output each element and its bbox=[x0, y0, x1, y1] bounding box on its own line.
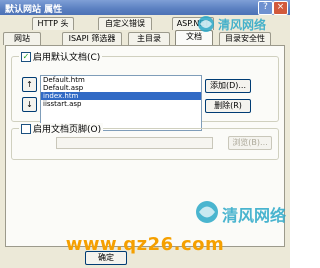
move-down-button[interactable]: ↓ bbox=[22, 97, 37, 112]
enable-default-document-checkbox[interactable]: ✓ bbox=[21, 51, 31, 62]
enable-document-footer-label[interactable]: 启用文档页脚(O) bbox=[33, 122, 101, 135]
properties-window: 默认网站 属性 ? × HTTP 头 自定义错误 ASP.NET 网站 ISAP… bbox=[0, 0, 290, 268]
watermark-site-text: www.qz26.com bbox=[65, 234, 225, 255]
document-footer-legend: 启用文档页脚(O) bbox=[19, 122, 104, 135]
list-item-selected[interactable]: index.htm bbox=[41, 92, 201, 100]
watermark-logo-bottom: 清风网络 bbox=[194, 195, 286, 229]
footer-path-input[interactable] bbox=[56, 137, 213, 149]
list-item[interactable]: Default.htm bbox=[41, 76, 201, 84]
arrow-up-icon: ↑ bbox=[26, 80, 33, 89]
tab-website[interactable]: 网站 bbox=[3, 32, 41, 45]
question-icon: ? bbox=[263, 2, 268, 12]
add-button[interactable]: 添加(D)... bbox=[205, 79, 251, 93]
watermark-logo-text: 清风网络 bbox=[222, 206, 287, 225]
watermark-logo-text: 清风网络 bbox=[218, 18, 267, 32]
move-up-button[interactable]: ↑ bbox=[22, 77, 37, 92]
window-title: 默认网站 属性 bbox=[5, 5, 63, 15]
tab-isapi-filters[interactable]: ISAPI 筛选器 bbox=[62, 32, 122, 45]
enable-default-document-label[interactable]: 启用默认文档(C) bbox=[33, 50, 100, 63]
watermark-logo-top: 清风网络 bbox=[196, 12, 286, 36]
tab-home-directory[interactable]: 主目录 bbox=[128, 32, 170, 45]
tab-custom-errors[interactable]: 自定义错误 bbox=[98, 17, 152, 30]
browse-button[interactable]: 浏览(B)... bbox=[228, 136, 272, 150]
default-document-legend: ✓ 启用默认文档(C) bbox=[19, 50, 103, 63]
arrow-down-icon: ↓ bbox=[26, 100, 33, 109]
close-icon: × bbox=[276, 2, 285, 12]
list-item[interactable]: Default.asp bbox=[41, 84, 201, 92]
remove-button[interactable]: 删除(R) bbox=[205, 99, 251, 113]
default-document-group: ✓ 启用默认文档(C) ↑ ↓ Default.htm Default.asp … bbox=[11, 51, 279, 131]
tab-http-headers[interactable]: HTTP 头 bbox=[32, 17, 74, 30]
enable-document-footer-checkbox[interactable] bbox=[21, 123, 31, 134]
list-item[interactable]: iisstart.asp bbox=[41, 100, 201, 108]
ok-button[interactable]: 确定 bbox=[85, 251, 127, 265]
